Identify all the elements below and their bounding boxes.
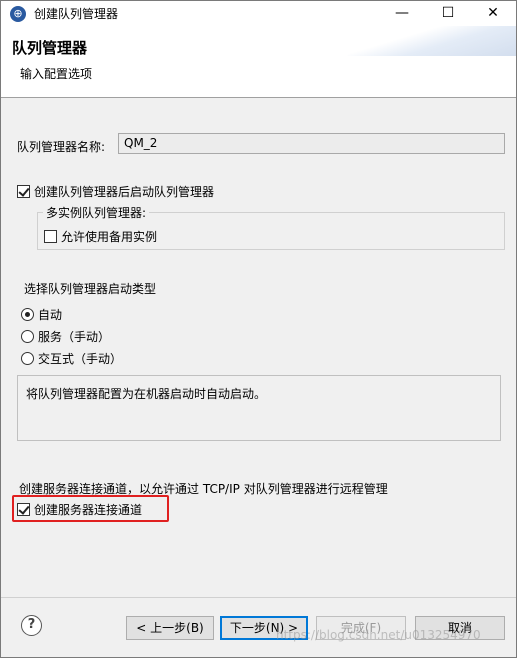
back-button[interactable]: < 上一步(B) — [126, 616, 214, 640]
create-channel-checkbox[interactable] — [17, 503, 30, 516]
close-button[interactable]: ✕ — [470, 1, 516, 26]
create-channel-option[interactable]: 创建服务器连接通道 — [17, 501, 142, 518]
startup-description-box: 将队列管理器配置为在机器启动时自动启动。 — [17, 375, 501, 441]
allow-standby-checkbox[interactable] — [44, 230, 57, 243]
maximize-button[interactable]: ☐ — [425, 1, 471, 26]
watermark-text: https://blog.csdn.net/u013254970 — [276, 628, 481, 642]
help-icon[interactable]: ? — [21, 615, 42, 636]
start-after-create-label: 创建队列管理器后启动队列管理器 — [34, 185, 215, 199]
allow-standby-label: 允许使用备用实例 — [61, 230, 158, 244]
startup-option-service[interactable]: 服务（手动） — [21, 328, 110, 345]
startup-option-label: 自动 — [38, 308, 63, 322]
create-channel-label: 创建服务器连接通道 — [34, 503, 143, 517]
banner-decoration — [347, 26, 516, 56]
qm-name-label: 队列管理器名称: — [17, 140, 106, 154]
startup-option-auto[interactable]: 自动 — [21, 306, 62, 323]
page-title: 队列管理器 — [12, 39, 88, 57]
startup-option-label: 交互式（手动） — [38, 352, 123, 366]
multi-instance-legend: 多实例队列管理器: — [43, 204, 150, 221]
startup-type-label: 选择队列管理器启动类型 — [24, 282, 157, 296]
create-qm-dialog: ⊕ 创建队列管理器 — ☐ ✕ 队列管理器 输入配置选项 队列管理器名称: QM… — [0, 0, 517, 658]
radio-auto[interactable] — [21, 308, 34, 321]
footer-separator — [1, 597, 516, 598]
radio-service[interactable] — [21, 330, 34, 343]
startup-description-text: 将队列管理器配置为在机器启动时自动启动。 — [26, 387, 267, 401]
title-bar: ⊕ 创建队列管理器 — ☐ ✕ — [1, 1, 516, 26]
settings-globe-icon: ⊕ — [10, 6, 26, 22]
page-description: 输入配置选项 — [20, 67, 93, 81]
qm-name-field[interactable]: QM_2 — [118, 133, 505, 154]
minimize-button[interactable]: — — [379, 1, 425, 26]
start-after-create-option[interactable]: 创建队列管理器后启动队列管理器 — [17, 183, 214, 200]
start-after-create-checkbox[interactable] — [17, 185, 30, 198]
allow-standby-option[interactable]: 允许使用备用实例 — [44, 228, 157, 245]
startup-option-interactive[interactable]: 交互式（手动） — [21, 350, 122, 367]
wizard-banner: 队列管理器 输入配置选项 — [1, 26, 516, 98]
window-title: 创建队列管理器 — [34, 7, 119, 21]
startup-option-label: 服务（手动） — [38, 330, 111, 344]
radio-interactive[interactable] — [21, 352, 34, 365]
